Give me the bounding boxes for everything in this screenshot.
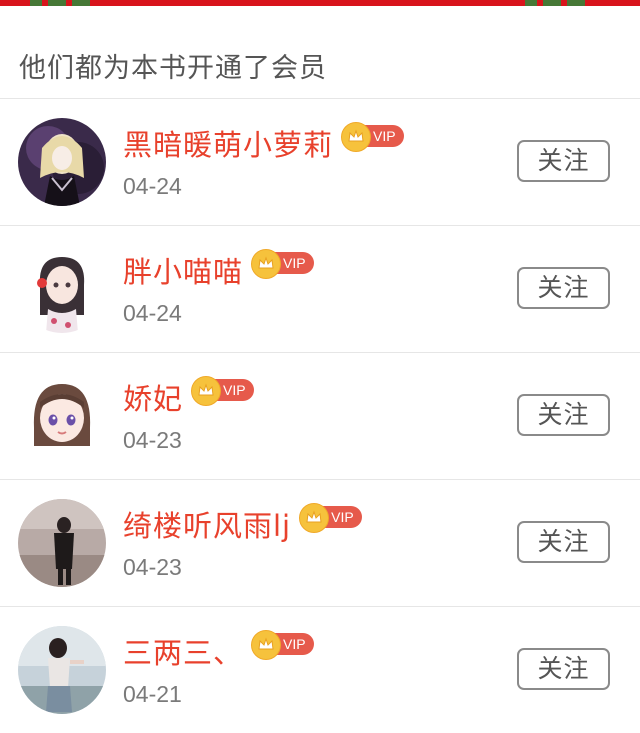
avatar[interactable] [18,245,106,333]
member-name-line: 黑暗暖萌小萝莉 VIP [123,122,404,164]
member-name-line: 三两三、 VIP [123,630,314,672]
member-name-line: 娇妃 VIP [123,376,254,418]
list-item[interactable]: 三两三、 VIP 04-21 关注 [0,607,640,733]
member-date: 04-23 [123,554,182,580]
vip-badge: VIP [341,122,404,152]
vip-label: VIP [223,382,246,398]
list-item[interactable]: 胖小喵喵 VIP 04-24 关注 [0,226,640,353]
member-name-line: 胖小喵喵 VIP [123,249,314,291]
list-item[interactable]: 黑暗暖萌小萝莉 VIP 04-24 关注 [0,99,640,226]
avatar[interactable] [18,499,106,587]
avatar[interactable] [18,372,106,460]
member-date: 04-21 [123,681,182,707]
avatar[interactable] [18,118,106,206]
crown-icon [341,122,372,152]
follow-button[interactable]: 关注 [517,394,610,436]
member-list: 黑暗暖萌小萝莉 VIP 04-24 关注 胖小喵喵 VIP 04-24 关注 娇… [0,99,640,733]
list-item[interactable]: 娇妃 VIP 04-23 关注 [0,353,640,480]
follow-button[interactable]: 关注 [517,648,610,690]
follow-button[interactable]: 关注 [517,521,610,563]
vip-badge: VIP [299,503,362,533]
list-item[interactable]: 绮楼听风雨lj VIP 04-23 关注 [0,480,640,607]
crown-icon [251,249,282,279]
follow-button[interactable]: 关注 [517,140,610,182]
vip-badge: VIP [251,249,314,279]
member-name[interactable]: 三两三、 [123,630,243,672]
avatar[interactable] [18,626,106,714]
vip-label: VIP [373,128,396,144]
section-header: 他们都为本书开通了会员 [0,6,640,99]
vip-badge: VIP [251,630,314,660]
member-date: 04-24 [123,173,182,199]
vip-badge: VIP [191,376,254,406]
member-name[interactable]: 娇妃 [123,376,183,418]
member-name[interactable]: 胖小喵喵 [123,249,243,291]
vip-label: VIP [331,509,354,525]
member-name-line: 绮楼听风雨lj VIP [123,503,362,545]
crown-icon [251,630,282,660]
section-title: 他们都为本书开通了会员 [19,53,327,84]
crown-icon [191,376,222,406]
member-name[interactable]: 黑暗暖萌小萝莉 [123,122,333,164]
crown-icon [299,503,330,533]
follow-button[interactable]: 关注 [517,267,610,309]
member-date: 04-23 [123,427,182,453]
vip-label: VIP [283,255,306,271]
member-date: 04-24 [123,300,182,326]
member-name[interactable]: 绮楼听风雨lj [123,503,291,545]
vip-label: VIP [283,636,306,652]
